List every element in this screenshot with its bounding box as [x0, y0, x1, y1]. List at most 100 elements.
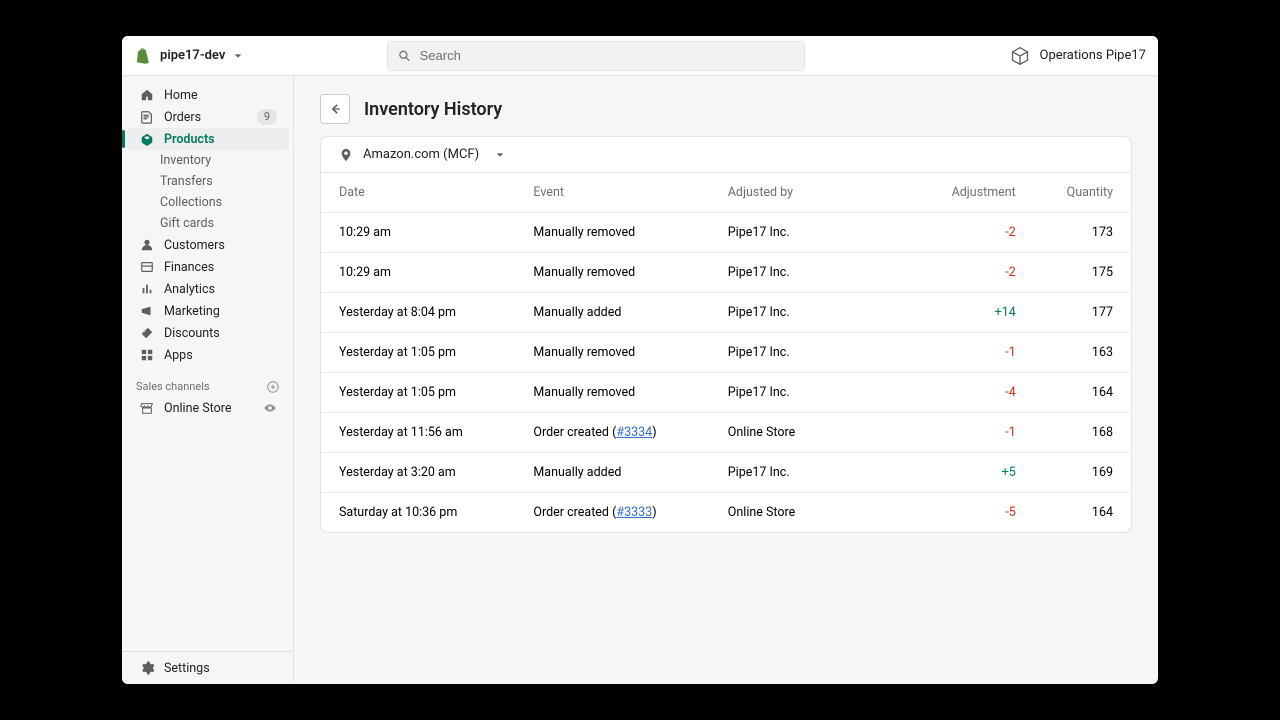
location-selector[interactable]: Amazon.com (MCF) — [321, 137, 1131, 173]
sidebar-subitem-collections[interactable]: Collections — [122, 192, 293, 213]
search-box[interactable] — [387, 41, 805, 71]
search-input[interactable] — [420, 48, 795, 63]
sidebar-item-home[interactable]: Home — [126, 84, 289, 106]
eye-icon[interactable] — [263, 401, 277, 415]
table-row: Saturday at 10:36 pmOrder created (#3333… — [321, 493, 1131, 533]
cell-date: Yesterday at 1:05 pm — [321, 333, 515, 373]
orders-icon — [140, 110, 154, 124]
home-icon — [140, 88, 154, 102]
arrow-left-icon — [327, 101, 343, 117]
sidebar-item-apps[interactable]: Apps — [126, 344, 289, 366]
cell-quantity: 173 — [1034, 213, 1131, 253]
sidebar-item-finances[interactable]: Finances — [126, 256, 289, 278]
cell-quantity: 163 — [1034, 333, 1131, 373]
sidebar-item-label: Discounts — [164, 326, 220, 341]
event-text: ) — [652, 425, 656, 440]
sidebar-item-label: Products — [164, 132, 215, 147]
store-switcher[interactable]: pipe17-dev — [134, 47, 243, 65]
col-adjusted-by: Adjusted by — [710, 173, 926, 213]
sidebar-item-discounts[interactable]: Discounts — [126, 322, 289, 344]
event-text: Manually removed — [533, 345, 635, 360]
cell-adjusted-by: Pipe17 Inc. — [710, 213, 926, 253]
finances-icon — [140, 260, 154, 274]
cell-event: Order created (#3333) — [515, 493, 709, 533]
cell-adjustment: -4 — [926, 373, 1034, 413]
cell-adjustment: -2 — [926, 213, 1034, 253]
shopify-logo-icon — [134, 47, 152, 65]
sidebar-item-label: Marketing — [164, 304, 220, 319]
cell-date: Yesterday at 11:56 am — [321, 413, 515, 453]
main: Inventory History Amazon.com (MCF) Date … — [294, 76, 1158, 684]
event-text: Order created ( — [533, 505, 616, 520]
sidebar-item-products[interactable]: Products — [126, 128, 289, 150]
order-link[interactable]: #3334 — [616, 425, 652, 440]
cell-adjusted-by: Pipe17 Inc. — [710, 373, 926, 413]
cell-quantity: 175 — [1034, 253, 1131, 293]
cell-adjustment: -5 — [926, 493, 1034, 533]
table-row: Yesterday at 1:05 pm Manually removed Pipe… — [321, 333, 1131, 373]
settings-nav[interactable]: Settings — [126, 652, 289, 684]
store-icon — [140, 401, 154, 415]
sidebar-subitem-gift-cards[interactable]: Gift cards — [122, 213, 293, 234]
cell-quantity: 164 — [1034, 373, 1131, 413]
cell-adjusted-by: Online Store — [710, 493, 926, 533]
cell-adjustment: -1 — [926, 413, 1034, 453]
org-switcher[interactable]: Operations Pipe17 — [1010, 46, 1146, 66]
search-icon — [398, 49, 411, 63]
channel-item-online-store[interactable]: Online Store — [126, 397, 289, 419]
cell-date: Saturday at 10:36 pm — [321, 493, 515, 533]
store-name: pipe17-dev — [160, 48, 225, 63]
table-row: Yesterday at 11:56 amOrder created (#333… — [321, 413, 1131, 453]
event-text: Manually removed — [533, 265, 635, 280]
nav-primary: Home Orders9 Products InventoryTransfersCol… — [122, 84, 293, 366]
sidebar-item-label: Customers — [164, 238, 225, 253]
cell-date: Yesterday at 8:04 pm — [321, 293, 515, 333]
sidebar-subitem-inventory[interactable]: Inventory — [122, 150, 293, 171]
discounts-icon — [140, 326, 154, 340]
cell-event: Manually removed — [515, 213, 709, 253]
back-button[interactable] — [320, 94, 350, 124]
org-name: Operations Pipe17 — [1040, 48, 1146, 63]
col-event: Event — [515, 173, 709, 213]
search-wrap — [387, 41, 805, 71]
event-text: Manually added — [533, 305, 621, 320]
event-text: Manually removed — [533, 385, 635, 400]
body: Home Orders9 Products InventoryTransfersCol… — [122, 76, 1158, 684]
channel-item-label: Online Store — [164, 401, 231, 416]
sidebar-subitem-transfers[interactable]: Transfers — [122, 171, 293, 192]
sales-channels-heading: Sales channels — [122, 366, 293, 397]
cell-quantity: 169 — [1034, 453, 1131, 493]
topbar: pipe17-dev Operations Pipe17 — [122, 36, 1158, 76]
cell-event: Manually removed — [515, 373, 709, 413]
event-text: Manually removed — [533, 225, 635, 240]
cell-adjustment: -1 — [926, 333, 1034, 373]
nav-channels: Online Store — [122, 397, 293, 419]
col-quantity: Quantity — [1034, 173, 1131, 213]
add-channel-icon[interactable] — [267, 381, 279, 393]
sidebar-item-label: Apps — [164, 348, 193, 363]
cell-date: Yesterday at 1:05 pm — [321, 373, 515, 413]
cell-date: 10:29 am — [321, 253, 515, 293]
sidebar-item-label: Home — [164, 88, 198, 103]
table-row: Yesterday at 1:05 pm Manually removed Pipe… — [321, 373, 1131, 413]
cell-date: 10:29 am — [321, 213, 515, 253]
table-row: Yesterday at 8:04 pmManually addedPipe17… — [321, 293, 1131, 333]
chevron-down-icon — [233, 51, 243, 61]
sidebar-item-customers[interactable]: Customers — [126, 234, 289, 256]
order-link[interactable]: #3333 — [616, 505, 652, 520]
page-header: Inventory History — [320, 94, 1132, 124]
cell-adjusted-by: Pipe17 Inc. — [710, 333, 926, 373]
sidebar-item-orders[interactable]: Orders9 — [126, 106, 289, 128]
apps-icon — [140, 348, 154, 362]
sidebar-item-analytics[interactable]: Analytics — [126, 278, 289, 300]
event-text: ) — [652, 505, 656, 520]
sidebar-item-label: Analytics — [164, 282, 215, 297]
sidebar-item-label: Orders — [164, 110, 201, 125]
products-icon — [140, 132, 154, 146]
sidebar-item-marketing[interactable]: Marketing — [126, 300, 289, 322]
table-row: 10:29 amManually removedPipe17 Inc.-2175 — [321, 253, 1131, 293]
cell-date: Yesterday at 3:20 am — [321, 453, 515, 493]
analytics-icon — [140, 282, 154, 296]
location-pin-icon — [339, 148, 353, 162]
cell-event: Order created (#3334) — [515, 413, 709, 453]
